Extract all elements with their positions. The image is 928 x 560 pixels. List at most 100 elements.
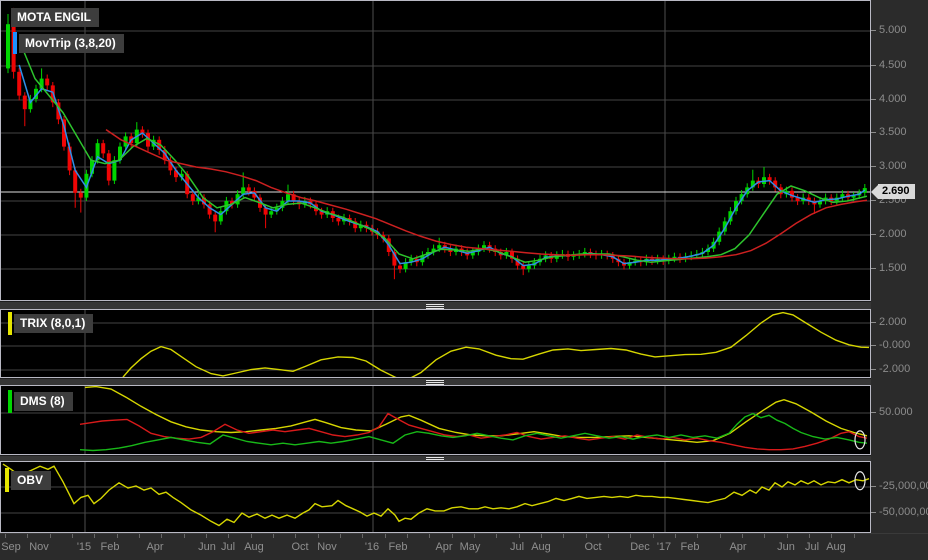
- axis-tick-icon: [871, 98, 876, 100]
- candle[interactable]: [6, 24, 10, 69]
- time-tick-icon: [586, 534, 587, 538]
- time-axis-label: Apr: [435, 541, 453, 553]
- axis-tick-icon: [871, 511, 876, 513]
- price-tag-arrow-icon: [871, 185, 878, 199]
- time-axis-label: Jun: [198, 541, 216, 553]
- time-axis-label: Feb: [100, 541, 120, 553]
- time-axis-label: '17: [656, 541, 672, 553]
- axis-label: -0.000: [871, 339, 910, 351]
- time-axis-label: Jun: [777, 541, 795, 553]
- obv-legend-label[interactable]: OBV: [11, 470, 52, 490]
- candle[interactable]: [78, 192, 83, 198]
- time-axis-label: '15: [76, 541, 92, 553]
- time-tick-icon: [228, 534, 229, 538]
- time-tick-icon: [630, 534, 631, 538]
- axis-label: -50,000,00: [871, 506, 928, 518]
- time-axis-label: Oct: [584, 541, 602, 553]
- time-tick-icon: [742, 534, 743, 538]
- time-tick-icon: [50, 534, 51, 538]
- time-tick-icon: [653, 534, 654, 538]
- time-tick-icon: [764, 534, 765, 538]
- candle[interactable]: [286, 194, 290, 201]
- price-chart-panel[interactable]: [0, 0, 871, 301]
- candle[interactable]: [17, 71, 22, 96]
- time-tick-icon: [72, 534, 73, 538]
- candle[interactable]: [106, 153, 111, 181]
- obv-color-chip: [5, 468, 9, 492]
- candle[interactable]: [398, 265, 402, 269]
- time-tick-icon: [720, 534, 721, 538]
- time-tick-icon: [117, 534, 118, 538]
- time-tick-icon: [675, 534, 676, 538]
- series-obv: [2, 463, 870, 527]
- axis-label: -25,000,00: [871, 480, 928, 492]
- time-axis-label: Nov: [317, 541, 337, 553]
- time-axis-label: '16: [364, 541, 380, 553]
- time-axis-label: Oct: [291, 541, 309, 553]
- time-axis-label: Jul: [804, 541, 820, 553]
- time-axis-label: Aug: [531, 541, 551, 553]
- candlestick-chart[interactable]: [1, 1, 870, 300]
- dms-color-chip: [8, 390, 12, 413]
- candle[interactable]: [101, 143, 106, 154]
- time-tick-icon: [496, 534, 497, 538]
- obv-legend[interactable]: OBV: [5, 468, 52, 492]
- time-tick-icon: [608, 534, 609, 538]
- axis-tick-icon: [871, 131, 876, 133]
- candle[interactable]: [269, 211, 274, 215]
- time-axis-label: Aug: [826, 541, 846, 553]
- trix-indicator-panel[interactable]: [0, 309, 871, 378]
- axis-tick-icon: [871, 485, 876, 487]
- candle[interactable]: [112, 160, 117, 181]
- dms-chart[interactable]: [1, 386, 870, 454]
- candle[interactable]: [437, 245, 442, 249]
- axis-label: -2.000: [871, 363, 910, 375]
- candle[interactable]: [246, 187, 251, 191]
- obv-indicator-panel[interactable]: [0, 461, 871, 533]
- series-trix: [122, 311, 870, 377]
- value-axis[interactable]: 5.000 4.500 4.000 3.500 3.000 2.500 2.000 1.500…: [871, 0, 928, 533]
- time-tick-icon: [295, 534, 296, 538]
- overlay-movtrip-fast-3-: [18, 64, 866, 267]
- time-axis[interactable]: Sep Nov '15 Feb Apr Jun Jul Aug Oct Nov '16 Feb Apr M…: [0, 533, 928, 560]
- instrument-legend[interactable]: MOTA ENGIL: [11, 7, 99, 27]
- candle[interactable]: [241, 187, 246, 195]
- obv-chart[interactable]: [1, 462, 870, 532]
- candle[interactable]: [213, 214, 218, 222]
- axis-label: 4.000: [871, 93, 907, 105]
- time-axis-label: Feb: [388, 541, 408, 553]
- time-axis-label: Jul: [220, 541, 236, 553]
- time-tick-icon: [139, 534, 140, 538]
- dms-legend[interactable]: DMS (8): [8, 390, 73, 413]
- time-tick-icon: [787, 534, 788, 538]
- time-tick-icon: [429, 534, 430, 538]
- time-axis-label: Aug: [244, 541, 264, 553]
- axis-tick-icon: [871, 411, 876, 413]
- axis-tick-icon: [871, 29, 876, 31]
- axis-tick-icon: [871, 368, 876, 370]
- time-tick-icon: [563, 534, 564, 538]
- time-tick-icon: [251, 534, 252, 538]
- candle[interactable]: [336, 217, 341, 222]
- last-price-value: 2.690: [878, 184, 915, 199]
- movtrip-legend-label[interactable]: MovTrip (3,8,20): [19, 33, 124, 53]
- candle[interactable]: [45, 78, 50, 86]
- axis-tick-icon: [871, 267, 876, 269]
- time-tick-icon: [94, 534, 95, 538]
- dms-indicator-panel[interactable]: [0, 385, 871, 455]
- candle[interactable]: [22, 95, 27, 110]
- candle[interactable]: [190, 194, 195, 201]
- movtrip-legend[interactable]: MovTrip (3,8,20): [13, 32, 124, 54]
- time-tick-icon: [5, 534, 6, 538]
- instrument-legend-label[interactable]: MOTA ENGIL: [11, 7, 99, 27]
- trix-legend-label[interactable]: TRIX (8,0,1): [14, 314, 94, 333]
- candle[interactable]: [526, 265, 531, 269]
- dms-legend-label[interactable]: DMS (8): [14, 392, 73, 411]
- trix-chart[interactable]: [1, 310, 870, 377]
- time-tick-icon: [831, 534, 832, 538]
- axis-tick-icon: [871, 321, 876, 323]
- axis-label: 2.000: [871, 228, 907, 240]
- overlay-movtrip-mid-8-: [20, 44, 868, 263]
- time-tick-icon: [541, 534, 542, 538]
- trix-legend[interactable]: TRIX (8,0,1): [8, 312, 94, 335]
